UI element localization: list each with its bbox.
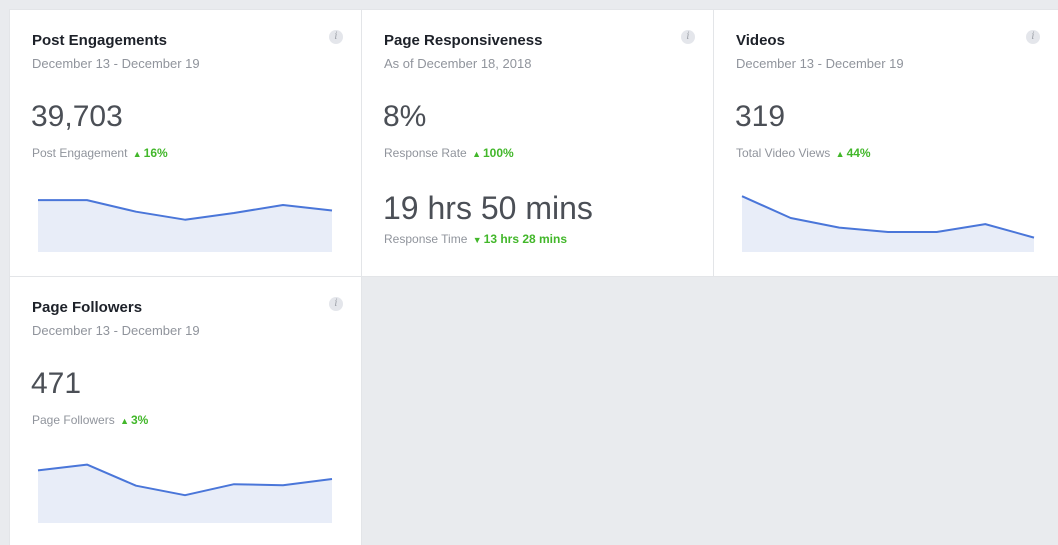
- card-title: Post Engagements: [32, 32, 168, 49]
- rate-change: 100%: [482, 146, 514, 160]
- info-icon[interactable]: i: [329, 30, 343, 44]
- card-title: Page Responsiveness: [384, 32, 543, 49]
- sparkline-area: [742, 196, 1034, 252]
- up-triangle-icon: ▲: [132, 149, 142, 159]
- up-triangle-icon: ▲: [472, 149, 481, 159]
- response-time-value: 19 hrs 50 mins: [383, 190, 593, 226]
- response-time-label-text: Response Time: [384, 232, 468, 246]
- change-percent: 16%: [143, 146, 168, 160]
- card-date-range: December 13 - December 19: [736, 56, 904, 71]
- videos-card[interactable]: Videos December 13 - December 19 i 319 T…: [714, 9, 1058, 277]
- insights-grid: Post Engagements December 13 - December …: [0, 0, 1058, 545]
- metric-label-text: Post Engagement: [32, 146, 128, 160]
- time-change: 13 hrs 28 mins: [483, 232, 568, 246]
- metric-label-text: Page Followers: [32, 413, 115, 427]
- metric-label-text: Total Video Views: [736, 146, 831, 160]
- page-followers-sparkline: [37, 463, 333, 523]
- info-icon[interactable]: i: [329, 297, 343, 311]
- change-percent: 44%: [846, 146, 871, 160]
- info-icon[interactable]: i: [681, 30, 695, 44]
- page-followers-card[interactable]: Page Followers December 13 - December 19…: [9, 277, 362, 545]
- post-engagements-sparkline: [38, 199, 333, 252]
- response-rate-value: 8%: [383, 100, 427, 133]
- video-views-count: 319: [735, 100, 786, 133]
- metric-label: Total Video Views ▲ 44%: [736, 146, 871, 160]
- videos-sparkline: [741, 195, 1035, 252]
- up-triangle-icon: ▲: [120, 416, 129, 426]
- page-responsiveness-card[interactable]: Page Responsiveness As of December 18, 2…: [362, 9, 714, 277]
- down-triangle-icon: ▼: [472, 235, 482, 245]
- metric-label: Post Engagement ▲ 16%: [32, 146, 168, 160]
- response-rate-label: Response Rate ▲ 100%: [384, 146, 514, 160]
- post-engagement-count: 39,703: [31, 100, 123, 133]
- card-date-range: December 13 - December 19: [32, 56, 200, 71]
- post-engagements-card[interactable]: Post Engagements December 13 - December …: [9, 9, 362, 277]
- response-rate-label-text: Response Rate: [384, 146, 467, 160]
- card-title: Page Followers: [32, 299, 143, 316]
- response-time-label: Response Time ▼ 13 hrs 28 mins: [384, 232, 567, 246]
- sparkline-area: [38, 464, 332, 523]
- change-percent: 3%: [130, 413, 149, 427]
- card-date: As of December 18, 2018: [384, 56, 532, 71]
- page-followers-count: 471: [31, 367, 82, 400]
- sparkline-area: [38, 200, 332, 252]
- info-icon[interactable]: i: [1026, 30, 1040, 44]
- up-triangle-icon: ▲: [835, 149, 845, 159]
- card-date-range: December 13 - December 19: [32, 323, 200, 338]
- metric-label: Page Followers ▲ 3%: [32, 413, 148, 427]
- card-title: Videos: [736, 32, 785, 49]
